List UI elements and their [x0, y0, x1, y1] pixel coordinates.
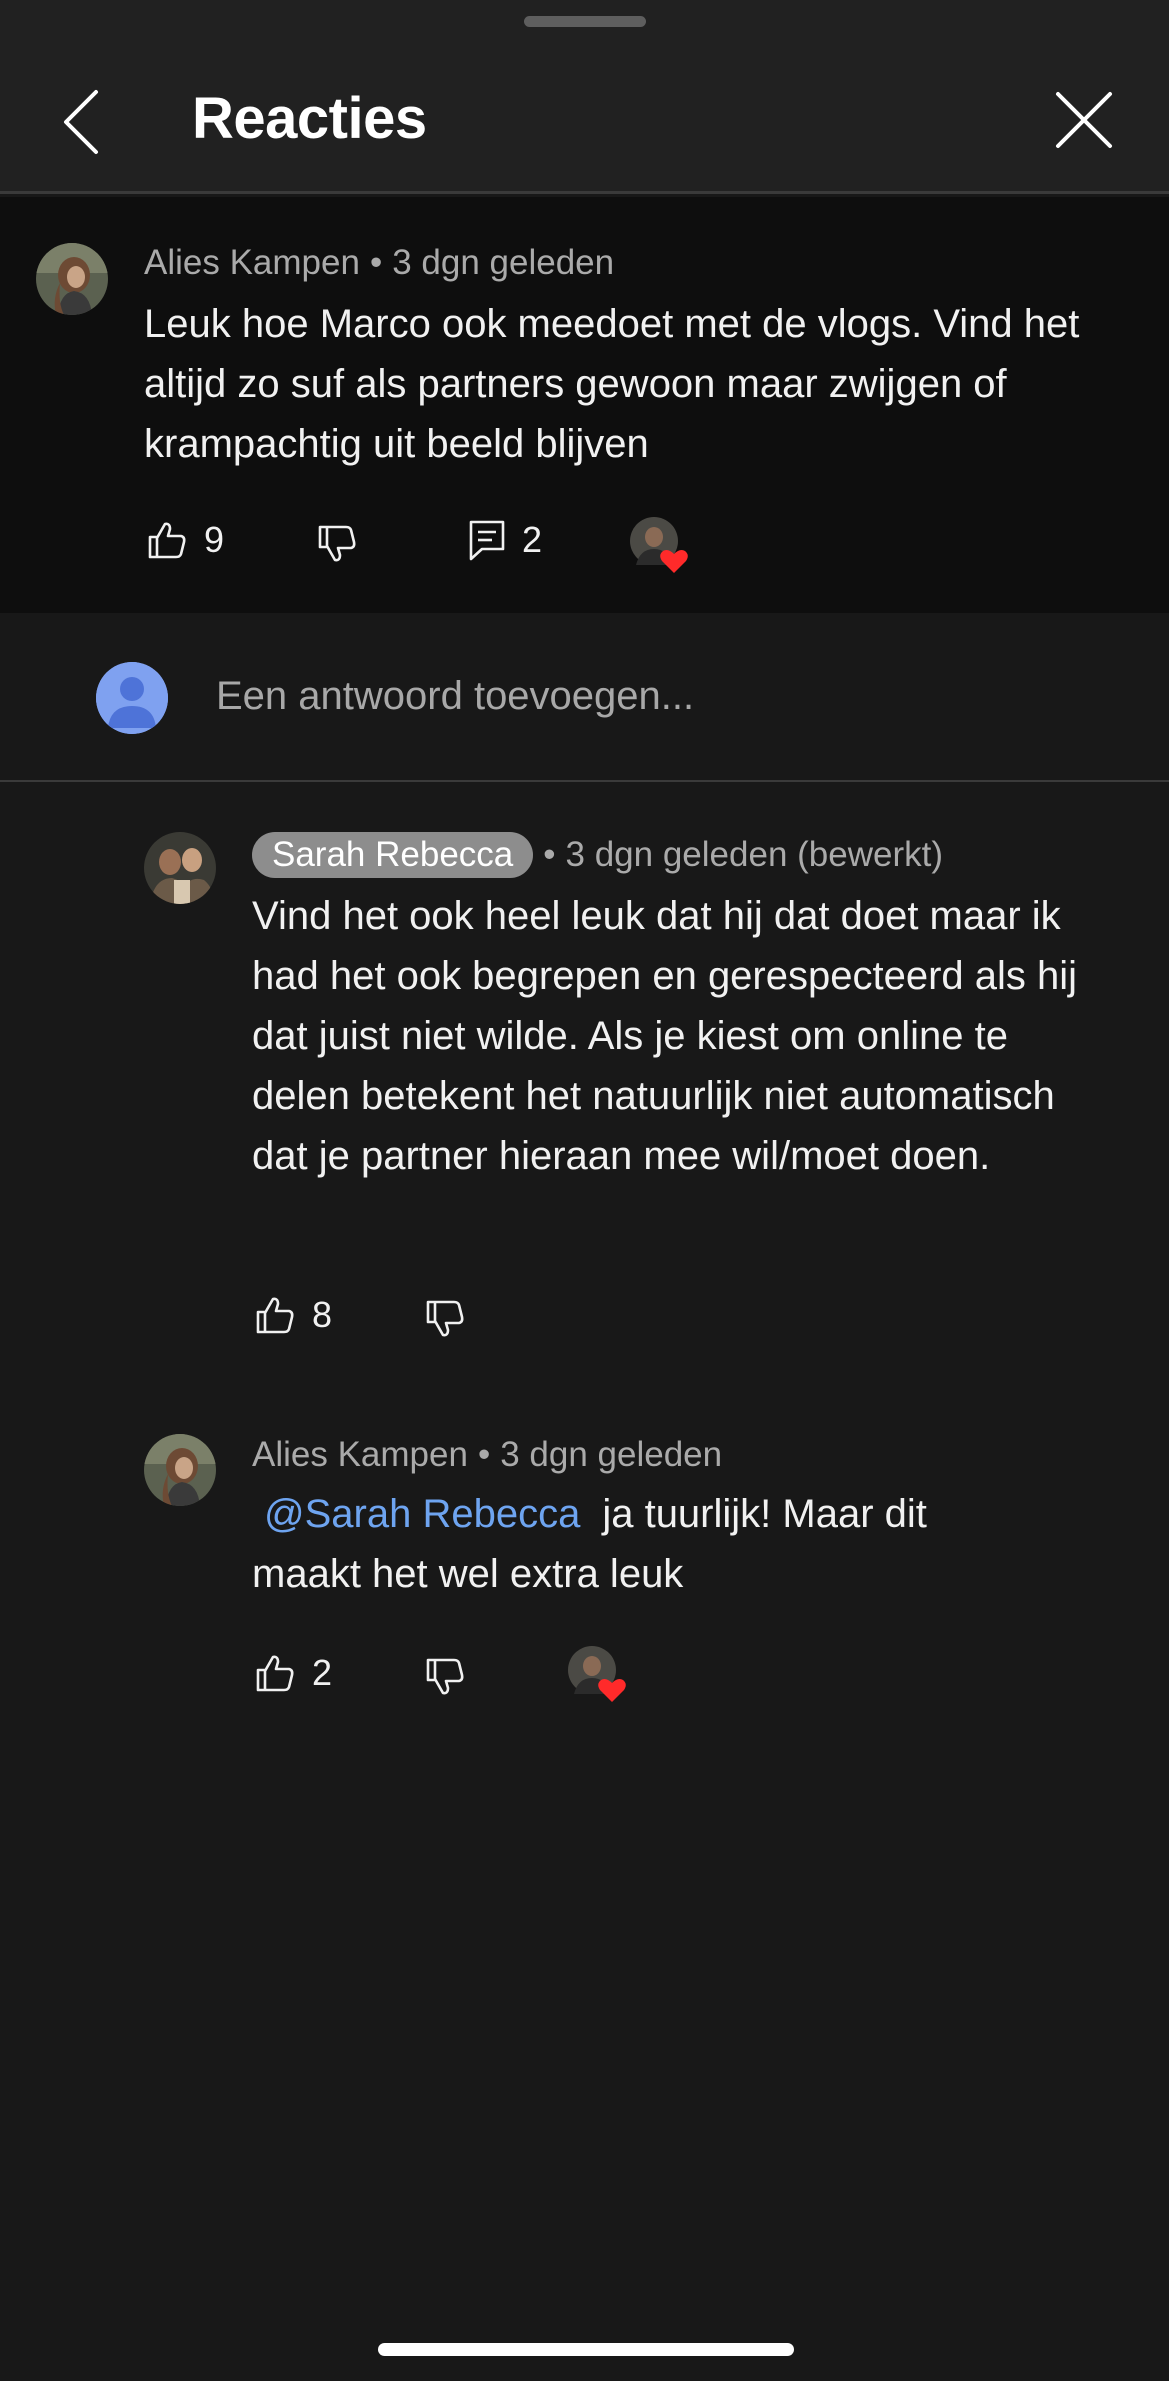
comment-text: Leuk hoe Marco ook meedoet met de vlogs.… — [144, 302, 1080, 466]
close-icon — [1056, 92, 1112, 148]
close-button[interactable] — [1052, 88, 1116, 152]
comment-meta: Alies Kampen • 3 dgn geleden — [144, 241, 614, 285]
reply-button[interactable]: 2 — [468, 519, 542, 561]
comment-time: 3 dgn geleden — [392, 243, 615, 282]
comment-text: @Sarah Rebecca ja tuurlijk! Maar dit maak… — [252, 1484, 1012, 1604]
comment-icon — [469, 520, 505, 561]
comments-sheet: Reacties Alies Kampen • 3 dgn geleden Leuk… — [0, 0, 1169, 2381]
parent-comment: Alies Kampen • 3 dgn geleden Leuk hoe Marc… — [0, 197, 1169, 613]
comment-time: 3 dgn geleden — [500, 1435, 723, 1474]
comment-text: Vind het ook heel leuk dat hij dat doet … — [252, 894, 1078, 1178]
meta-separator: • — [369, 243, 383, 282]
comment-time: 3 dgn geleden (bewerkt) — [565, 835, 943, 874]
like-count: 8 — [312, 1294, 333, 1335]
comment-meta: Sarah Rebecca • 3 dgn geleden (bewerkt) — [252, 832, 943, 878]
thumbs-up-icon — [148, 522, 186, 559]
thumbs-down-icon — [318, 525, 356, 562]
avatar[interactable] — [36, 243, 108, 315]
avatar[interactable] — [144, 832, 216, 904]
creator-author-badge[interactable]: Sarah Rebecca — [252, 832, 534, 878]
meta-separator: • — [543, 835, 556, 874]
reply-count: 2 — [522, 519, 543, 560]
comment-meta: Alies Kampen • 3 dgn geleden — [252, 1433, 722, 1477]
dislike-button[interactable] — [316, 523, 358, 565]
thumbs-down-icon — [426, 1658, 464, 1695]
back-button[interactable] — [52, 82, 112, 162]
like-button[interactable]: 8 — [254, 1294, 332, 1336]
thumbs-up-icon — [256, 1655, 294, 1692]
heart-icon — [630, 517, 688, 573]
creator-heart — [630, 517, 692, 573]
dislike-button[interactable] — [424, 1656, 466, 1698]
dislike-button[interactable] — [424, 1298, 466, 1340]
page-title: Reacties — [192, 86, 427, 151]
comment-author[interactable]: Alies Kampen — [252, 1435, 468, 1474]
comment-author[interactable]: Alies Kampen — [144, 243, 360, 282]
creator-heart — [568, 1646, 630, 1702]
thumbs-down-icon — [426, 1300, 464, 1337]
like-count: 9 — [204, 519, 225, 560]
chevron-left-icon — [64, 90, 98, 154]
comments-header: Reacties — [0, 0, 1169, 194]
user-avatar-icon — [96, 662, 168, 734]
user-mention[interactable]: @Sarah Rebecca — [264, 1492, 580, 1536]
like-button[interactable]: 2 — [254, 1652, 332, 1694]
sheet-grabber[interactable] — [524, 16, 646, 27]
like-count: 2 — [312, 1652, 333, 1693]
meta-separator: • — [477, 1435, 491, 1474]
reply-input[interactable] — [216, 668, 1016, 724]
avatar[interactable] — [144, 1434, 216, 1506]
home-indicator[interactable] — [378, 2343, 794, 2356]
thumbs-up-icon — [256, 1297, 294, 1334]
like-button[interactable]: 9 — [146, 519, 224, 561]
heart-icon — [568, 1646, 626, 1702]
